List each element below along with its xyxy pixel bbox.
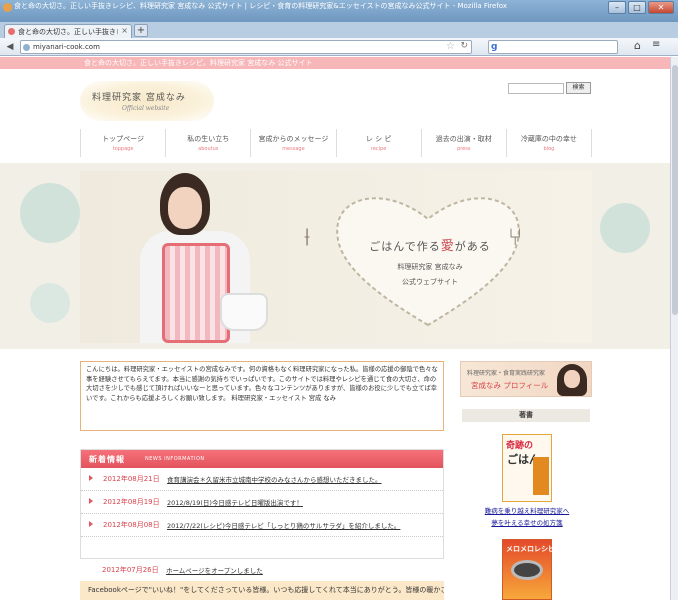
profile-photo — [557, 364, 587, 396]
reload-icon[interactable]: ↻ — [460, 41, 468, 51]
new-tab-button[interactable]: + — [134, 24, 148, 37]
hero-catchphrase: ごはんで作る愛がある — [369, 239, 491, 254]
news-section: 新着情報 NEWS INFORMATION 2012年08月21日 食育講演会＊… — [80, 449, 444, 559]
nav-item-press[interactable]: 過去の出演・取材 press — [422, 129, 507, 157]
news-link[interactable]: 食育講演会＊久留米市立城南中学校のみなさんから感想いただきました。 — [167, 474, 382, 484]
site-tagline: 食と命の大切さ。正しい手抜きレシピ。料理研究家 宮成なみ 公式サイト — [84, 59, 313, 67]
navigation-toolbar: ◀ miyanari-cook.com ☆ ↻ g ⌂ ≡ — [0, 38, 678, 56]
favicon-icon — [8, 28, 15, 35]
nav-item-message[interactable]: 宮成からのメッセージ message — [251, 129, 337, 157]
book-cover[interactable]: 奇跡の ごはん — [502, 434, 552, 502]
hero-subtitle-2: 公式ウェブサイト — [402, 278, 458, 286]
tab-close-icon[interactable]: × — [121, 26, 128, 35]
news-link[interactable]: ホームページをオープンしました — [166, 565, 263, 575]
close-window-button[interactable]: ✕ — [648, 1, 674, 14]
news-date: 2012年08月19日 — [103, 498, 160, 506]
book-caption-link[interactable]: 難病を乗り越え料理研究家へ 夢を叶える幸せの処方箋 — [464, 505, 590, 529]
nav-item-toppage[interactable]: トップページ toppage — [81, 129, 167, 157]
news-date: 2012年07月26日 — [102, 566, 159, 574]
site-identity-icon[interactable] — [23, 44, 30, 51]
news-item: 2012年08月21日 食育講演会＊久留米市立城南中学校のみなさんから感想いただ… — [81, 468, 443, 491]
vertical-scrollbar[interactable] — [670, 57, 678, 600]
knife-icon: ⟊ — [304, 223, 311, 251]
hero-banner: ⟊ ⑂ ごはんで作る愛がある 料理研究家 宮成なみ 公式ウェブサイト — [0, 163, 670, 349]
chef-photo — [140, 173, 270, 343]
url-text: miyanari-cook.com — [33, 43, 100, 51]
scrollbar-thumb[interactable] — [672, 65, 678, 315]
nav-item-blog[interactable]: 冷蔵庫の中の幸せ blog — [507, 129, 593, 157]
logo-subtitle: Official website — [122, 105, 170, 112]
facebook-note: Facebookページで"いいね！"をしてくださっている皆様。いつも応援してくれ… — [80, 581, 444, 600]
bookmark-star-icon[interactable]: ☆ — [446, 41, 455, 52]
logo-title: 料理研究家 宮成なみ — [92, 93, 186, 103]
profile-banner[interactable]: 料理研究家・食育実践研究家 宮成なみ プロフィール — [460, 361, 592, 397]
arrow-icon — [89, 498, 93, 504]
tab-label: 食と命の大切さ。正しい手抜きレシピ... — [18, 28, 118, 36]
news-link[interactable]: 2012/7/22(レシピ)今日感テレビ「しっとり鶏のサルサラダ」を紹介しました… — [167, 520, 400, 530]
news-item: 2012年07月26日 ホームページをオープンしました — [80, 563, 444, 577]
news-title-en: NEWS INFORMATION — [145, 456, 205, 462]
site-search-button[interactable]: 検索 — [566, 82, 591, 94]
address-bar[interactable]: miyanari-cook.com ☆ ↻ — [20, 40, 472, 54]
page-content: 食と命の大切さ。正しい手抜きレシピ。料理研究家 宮成なみ 公式サイト 料理研究家… — [0, 57, 670, 600]
site-search-input[interactable] — [508, 83, 564, 94]
firefox-icon — [3, 3, 12, 12]
browser-search-input[interactable]: g — [488, 40, 618, 54]
arrow-icon — [89, 475, 93, 481]
hero-subtitle: 料理研究家 宮成なみ — [397, 263, 463, 271]
decor-circle — [20, 183, 80, 243]
back-icon[interactable]: ◀ — [3, 40, 17, 54]
news-title: 新着情報 — [89, 455, 125, 464]
profile-link: 宮成なみ プロフィール — [471, 381, 549, 390]
arrow-icon — [89, 521, 93, 527]
window-controls: – □ ✕ — [608, 1, 674, 14]
decor-circle — [600, 203, 650, 253]
hero-text: ごはんで作る愛がある 料理研究家 宮成なみ 公式ウェブサイト — [340, 235, 520, 287]
menu-icon[interactable]: ≡ — [652, 39, 660, 50]
books-heading: 著書 — [462, 409, 590, 422]
greeting-message: こんにちは。料理研究家・エッセイストの宮成なみです。何の資格もなく料理研究家にな… — [80, 361, 444, 431]
home-icon[interactable]: ⌂ — [634, 39, 641, 52]
nav-item-recipe[interactable]: レ シ ピ recipe — [337, 129, 422, 157]
book-cover-2[interactable]: メロメロレシピ！ — [502, 539, 562, 600]
google-icon[interactable]: g — [491, 42, 497, 52]
top-strip: 食と命の大切さ。正しい手抜きレシピ。料理研究家 宮成なみ 公式サイト — [0, 57, 670, 69]
maximize-button[interactable]: □ — [628, 1, 646, 14]
news-item: 2012年08月08日 2012/7/22(レシピ)今日感テレビ「しっとり鶏のサ… — [81, 514, 443, 537]
tab-strip: 食と命の大切さ。正しい手抜きレシピ... × + — [0, 22, 678, 38]
minimize-button[interactable]: – — [608, 1, 626, 14]
news-item: 2012年08月19日 2012/8/19(日)今日感テレビ日曜版出演です！ — [81, 491, 443, 514]
browser-tab[interactable]: 食と命の大切さ。正しい手抜きレシピ... × — [4, 24, 132, 38]
news-link[interactable]: 2012/8/19(日)今日感テレビ日曜版出演です！ — [167, 497, 303, 507]
nav-item-aboutus[interactable]: 私の生い立ち aboutus — [166, 129, 252, 157]
news-date: 2012年08月21日 — [103, 475, 160, 483]
window-title: 食と命の大切さ。正しい手抜きレシピ、料理研究家 宮成なみ 公式サイト | レシピ… — [14, 2, 507, 10]
pot-image — [220, 293, 268, 331]
site-logo[interactable]: 料理研究家 宮成なみ Official website — [80, 81, 214, 121]
global-nav: トップページ toppage 私の生い立ち aboutus 宮成からのメッセージ… — [80, 129, 593, 157]
decor-circle — [30, 283, 70, 323]
window-titlebar: 食と命の大切さ。正しい手抜きレシピ、料理研究家 宮成なみ 公式サイト | レシピ… — [0, 0, 678, 22]
news-header: 新着情報 NEWS INFORMATION — [81, 450, 443, 468]
news-date: 2012年08月08日 — [103, 521, 160, 529]
profile-caption: 料理研究家・食育実践研究家 — [467, 370, 546, 377]
